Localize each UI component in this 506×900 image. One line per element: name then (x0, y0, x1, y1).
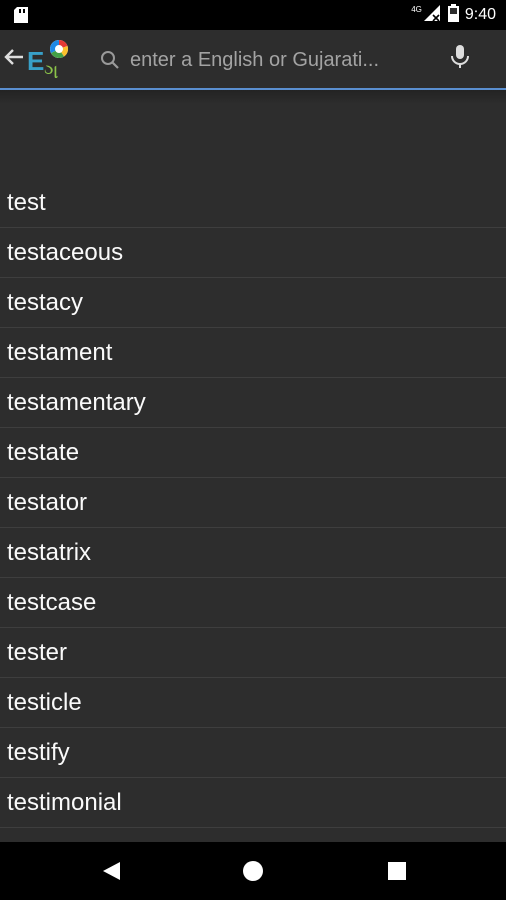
clock: 9:40 (464, 6, 496, 23)
voice-search-button[interactable] (450, 44, 474, 74)
battery-icon (447, 3, 459, 27)
search-input[interactable] (130, 45, 430, 75)
suggestion-item[interactable]: testacy (0, 278, 506, 328)
square-recent-icon (386, 862, 408, 886)
svg-text:E: E (27, 46, 44, 76)
nav-home-button[interactable] (242, 860, 264, 882)
suggestion-item[interactable]: testcase (0, 578, 506, 628)
suggestion-item[interactable]: test (0, 178, 506, 228)
suggestion-item[interactable]: testator (0, 478, 506, 528)
svg-text:ગ: ગ (44, 61, 59, 82)
arrow-left-icon (4, 48, 24, 71)
signal-icon (423, 4, 442, 26)
suggestion-item[interactable]: testament (0, 328, 506, 378)
suggestion-item[interactable]: testicle (0, 678, 506, 728)
nav-recent-button[interactable] (386, 860, 408, 882)
sd-card-icon (14, 7, 28, 28)
nav-back-button[interactable] (100, 860, 122, 882)
suggestion-item[interactable]: testaceous (0, 228, 506, 278)
app-logo: E ગ (26, 38, 72, 83)
toolbar-shadow (0, 90, 506, 104)
network-type-label: 4G (411, 4, 422, 14)
back-button[interactable] (4, 44, 26, 74)
suggestion-item[interactable]: testify (0, 728, 506, 778)
circle-home-icon (242, 861, 264, 886)
suggestion-item[interactable]: testate (0, 428, 506, 478)
navigation-bar (0, 842, 506, 900)
suggestion-item[interactable]: testimonial (0, 778, 506, 828)
status-bar: 4G 9:40 (0, 0, 506, 30)
suggestion-item[interactable]: testatrix (0, 528, 506, 578)
suggestion-list: test testaceous testacy testament testam… (0, 178, 506, 828)
suggestion-item[interactable]: tester (0, 628, 506, 678)
toolbar: E ગ (0, 30, 506, 90)
microphone-icon (450, 45, 470, 74)
suggestion-item[interactable]: testamentary (0, 378, 506, 428)
triangle-back-icon (100, 862, 122, 886)
search-icon (100, 50, 120, 75)
